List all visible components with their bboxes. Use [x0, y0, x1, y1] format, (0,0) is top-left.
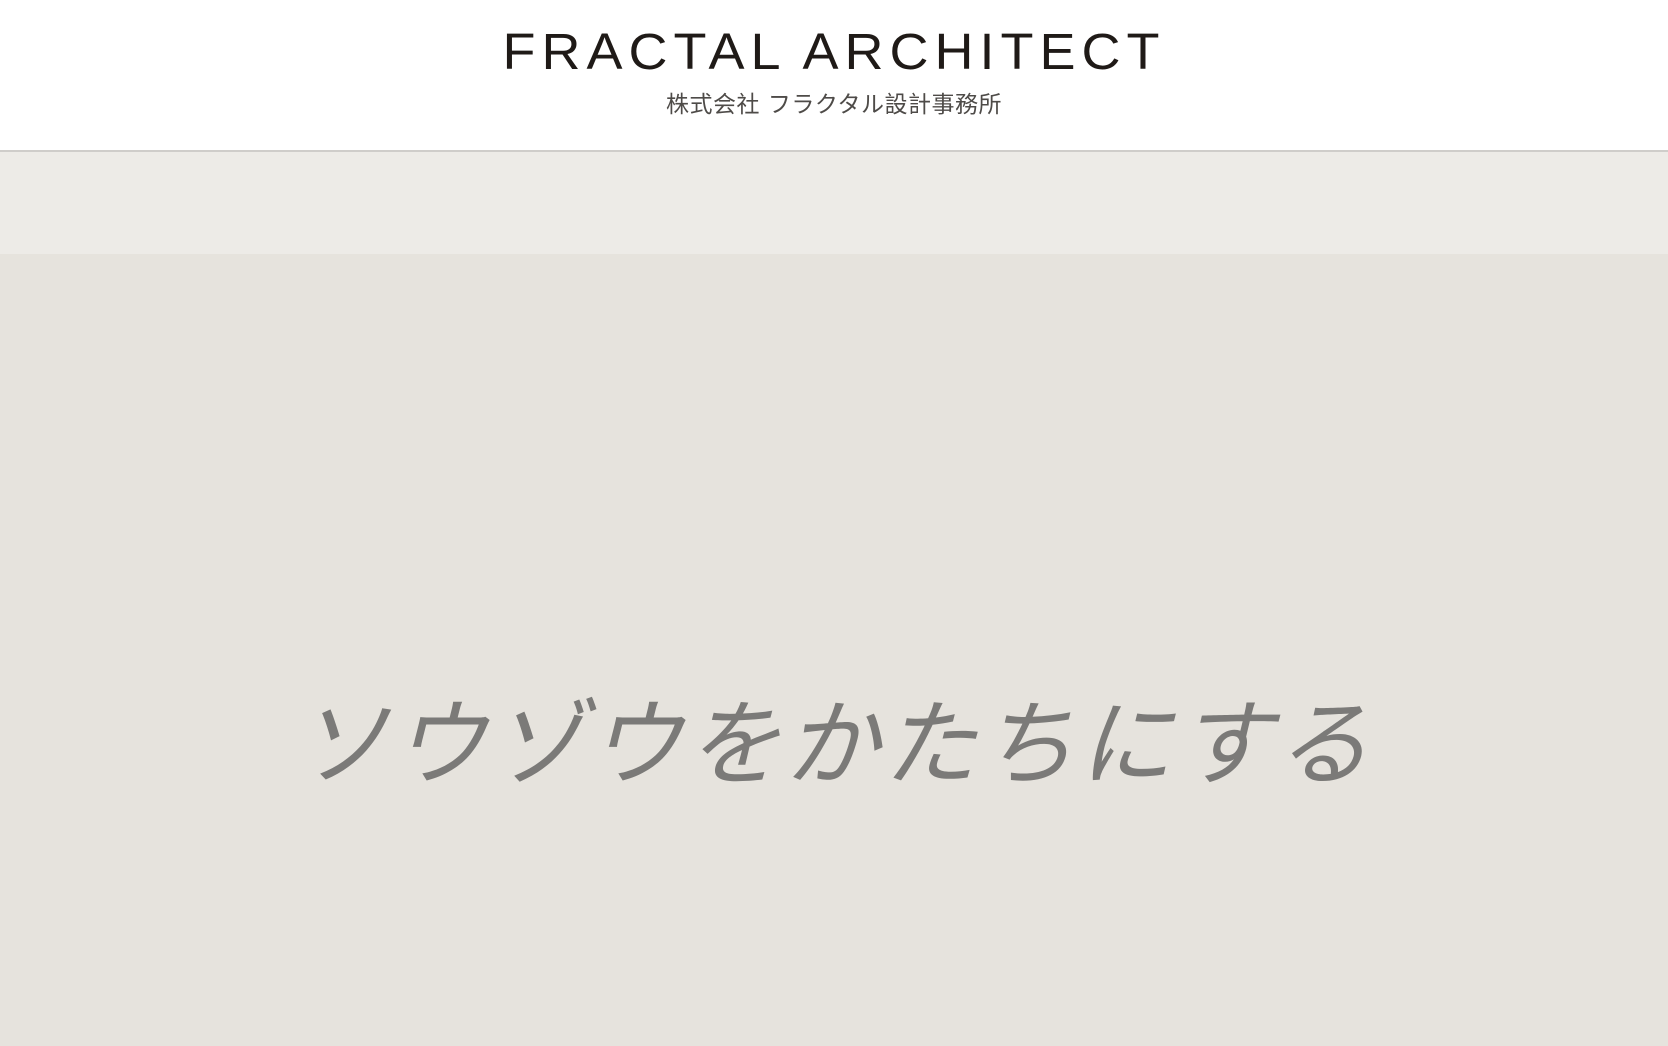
hero-section: ソウゾウをかたちにする [0, 254, 1668, 1046]
hero-top-band [0, 152, 1668, 254]
logo-home-link[interactable]: FRACTAL ARCHITECT 株式会社 フラクタル設計事務所 [0, 0, 1668, 150]
hero-tagline: ソウゾウをかたちにする [294, 691, 1374, 800]
logo-title: FRACTAL ARCHITECT [502, 23, 1166, 81]
logo-subtitle: 株式会社 フラクタル設計事務所 [666, 92, 1002, 118]
site-header: FRACTAL ARCHITECT 株式会社 フラクタル設計事務所 [0, 0, 1668, 152]
